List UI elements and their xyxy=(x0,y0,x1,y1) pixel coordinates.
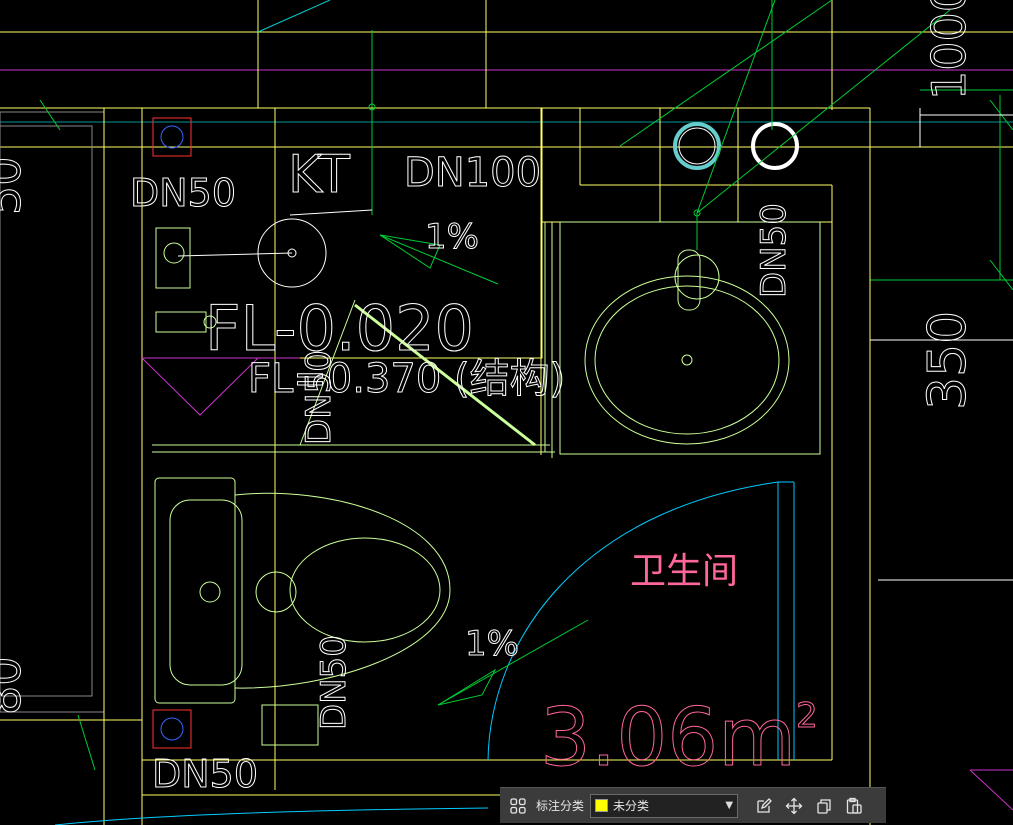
dimension-left-top: 50 xyxy=(0,156,31,215)
grid-icon[interactable] xyxy=(506,794,530,818)
category-select[interactable]: 未分类 ▼ xyxy=(590,793,739,818)
kt-label: KT xyxy=(288,145,350,205)
cad-viewport[interactable]: KT DN100 DN50 1% FL-0.020 FL=0.370 (结构) … xyxy=(0,0,1013,825)
edit-icon[interactable] xyxy=(752,794,776,818)
slope-shower-label: 1% xyxy=(425,217,479,257)
category-color-swatch xyxy=(595,799,609,812)
pipe-dn50-shower-label: DN50 xyxy=(299,350,339,445)
move-icon[interactable] xyxy=(782,794,806,818)
floor-level-2: FL=0.370 (结构) xyxy=(248,356,565,402)
dimension-left-bottom: 80 xyxy=(0,656,31,715)
pipe-dn50-toilet-label: DN50 xyxy=(314,635,354,730)
room-area-value: 3.06m xyxy=(540,691,796,784)
chevron-down-icon: ▼ xyxy=(725,800,734,811)
category-value: 未分类 xyxy=(613,799,650,813)
pipe-dn50-bottom-label: DN50 xyxy=(152,752,258,796)
floor-level-1: FL-0.020 xyxy=(205,292,474,365)
dimension-1000: 1000 xyxy=(922,0,976,100)
annotation-toolbar: 标注分类 未分类 ▼ xyxy=(500,787,886,823)
paste-icon[interactable] xyxy=(842,794,866,818)
room-area: 3.06m2 xyxy=(540,691,818,784)
room-area-unit-sup: 2 xyxy=(796,696,818,736)
pipe-dn50-basin-label: DN50 xyxy=(754,203,794,298)
copy-icon[interactable] xyxy=(812,794,836,818)
dimension-350: 350 xyxy=(918,311,978,410)
cad-drawing-canvas[interactable]: KT DN100 DN50 1% FL-0.020 FL=0.370 (结构) … xyxy=(0,0,1013,825)
slope-floor-label: 1% xyxy=(465,624,519,664)
pipe-dn50-top-label: DN50 xyxy=(130,171,236,215)
pipe-dn100-label: DN100 xyxy=(404,150,541,196)
category-label: 标注分类 xyxy=(536,799,585,813)
room-name: 卫生间 xyxy=(630,551,738,592)
